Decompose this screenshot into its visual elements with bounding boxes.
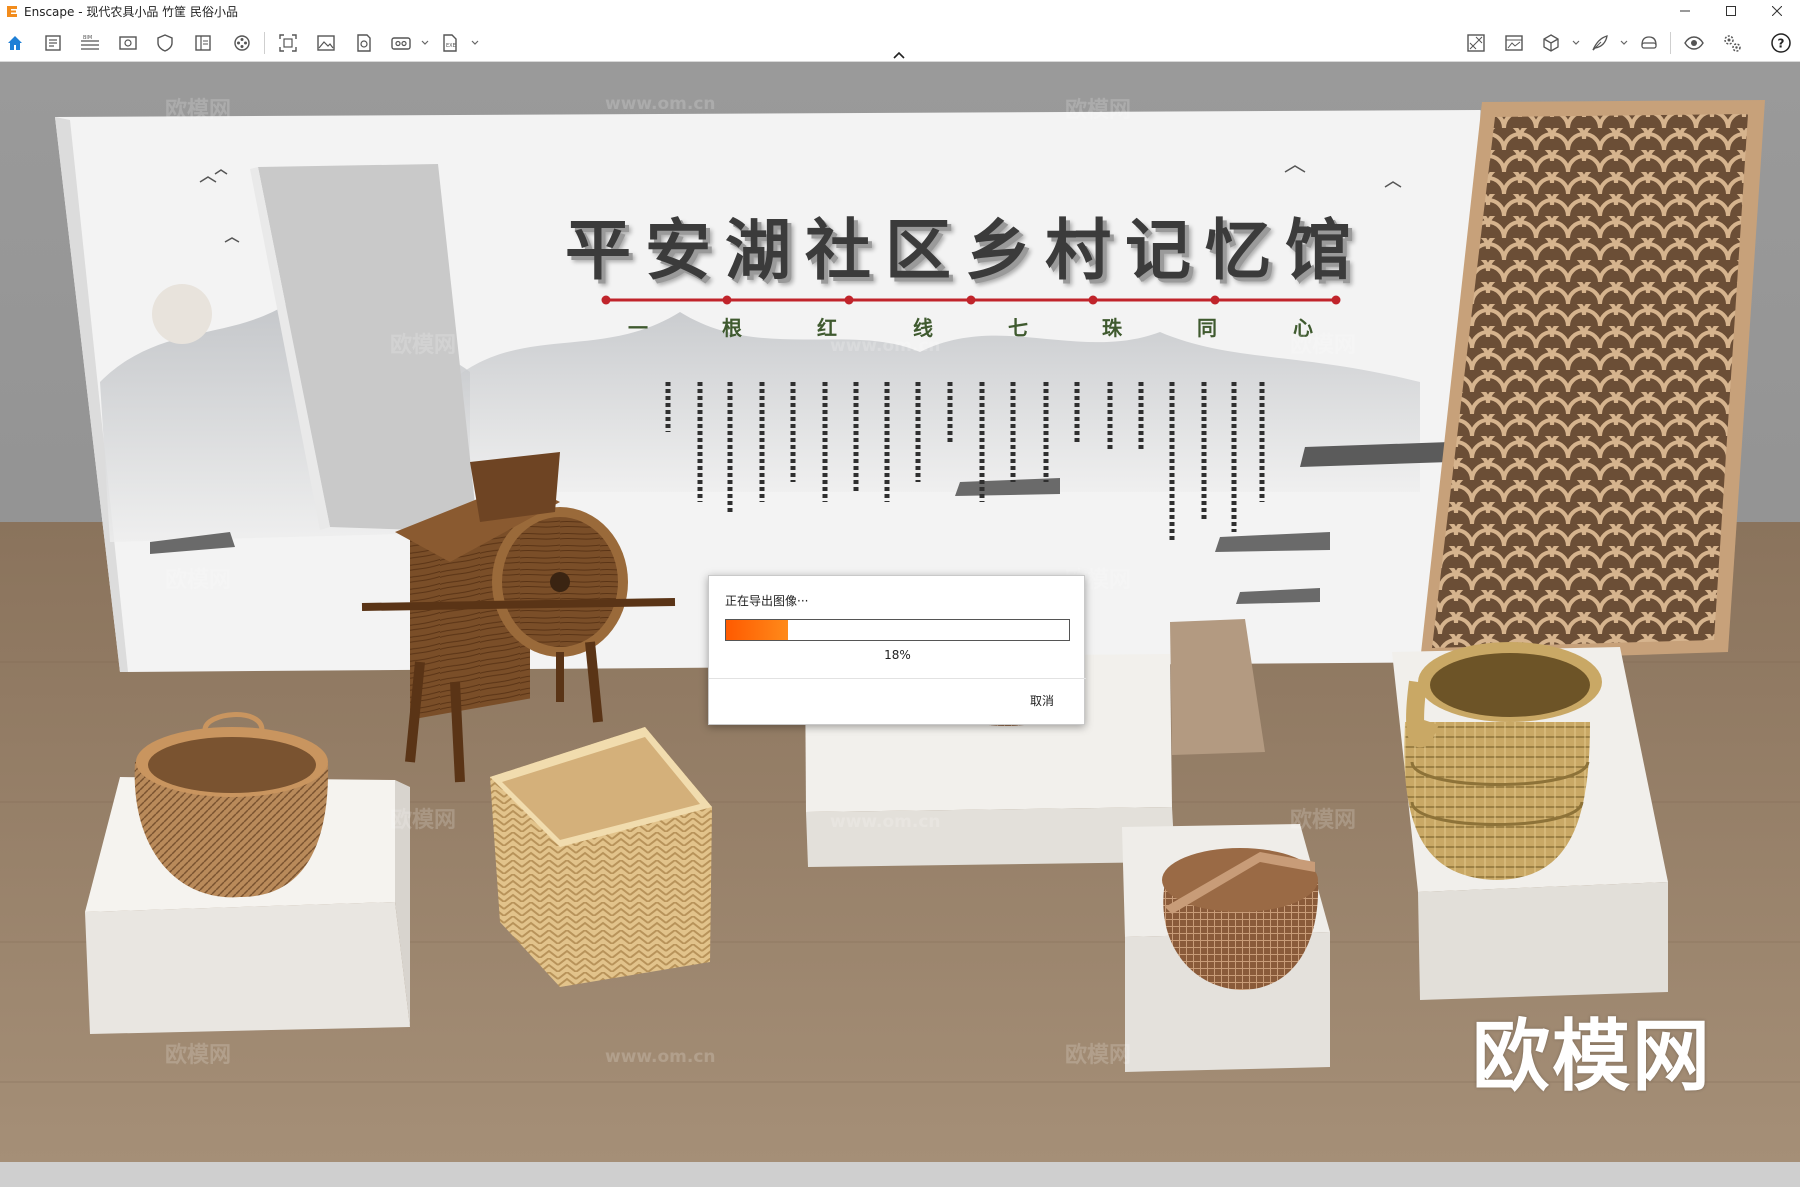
banner-subtitle-char: 七 <box>1008 316 1028 340</box>
svg-text:?: ? <box>1778 37 1785 51</box>
shield-icon <box>157 34 173 52</box>
export-dropdown-icon[interactable] <box>470 38 480 48</box>
general-settings-icon <box>1724 35 1741 52</box>
document-button[interactable] <box>40 30 66 56</box>
home-button[interactable] <box>2 30 28 56</box>
watermark: 欧模网 <box>1065 98 1132 123</box>
close-icon <box>1772 6 1782 16</box>
minimize-button[interactable] <box>1662 0 1708 22</box>
svg-text:BIM: BIM <box>83 35 92 41</box>
title-bar: Enscape - 现代农具小品 竹筐 民俗小品 <box>0 0 1800 22</box>
watermark-url: www.om.cn <box>605 1047 716 1067</box>
panorama-dropdown-icon[interactable] <box>420 38 430 48</box>
panorama-button[interactable] <box>388 30 414 56</box>
watermark-logo: 欧模网 <box>1472 1012 1713 1102</box>
window-title: Enscape - 现代农具小品 竹筐 民俗小品 <box>24 4 238 19</box>
bim-button[interactable]: BIM <box>77 30 103 56</box>
export-progress-dialog: 正在导出图像··· 18% 取消 <box>708 575 1086 725</box>
object-dropdown-icon[interactable] <box>1571 38 1581 48</box>
dialog-title: 正在导出图像··· <box>725 594 809 608</box>
general-settings-button[interactable] <box>1719 30 1745 56</box>
view-management-button[interactable] <box>152 30 178 56</box>
watermark: 欧模网 <box>1290 333 1357 358</box>
export-icon: EXE <box>443 34 457 52</box>
visual-settings-button[interactable] <box>1681 30 1707 56</box>
video-icon <box>234 35 250 51</box>
asset-library-button[interactable] <box>1463 30 1489 56</box>
bim-icon: BIM <box>81 35 99 50</box>
watermark: 欧模网 <box>390 808 457 833</box>
maximize-button[interactable] <box>1708 0 1754 22</box>
watermark: 欧模网 <box>1065 1043 1132 1068</box>
image-export-button[interactable] <box>313 30 339 56</box>
help-icon: ? <box>1771 33 1791 53</box>
book-icon <box>195 35 211 51</box>
dialog-divider <box>709 678 1086 679</box>
banner-subtitle-char: 一 <box>628 316 648 340</box>
watermark-url: www.om.cn <box>605 94 716 114</box>
banner-subtitle-char: 珠 <box>1102 316 1122 340</box>
vr-headset-button[interactable] <box>1636 30 1662 56</box>
toolbar-separator <box>264 32 265 54</box>
object-button[interactable] <box>1538 30 1564 56</box>
home-icon <box>8 36 22 50</box>
window-controls <box>1662 0 1800 22</box>
document-icon <box>45 35 61 51</box>
svg-text:EXE: EXE <box>446 43 456 49</box>
view-book-button[interactable] <box>190 30 216 56</box>
close-button[interactable] <box>1754 0 1800 22</box>
enscape-logo-icon <box>7 6 17 17</box>
banner-title: 平安湖社区乡村记忆馆 <box>565 211 1365 289</box>
screenshot-icon <box>279 34 297 52</box>
vr-icon <box>1641 36 1657 49</box>
material-editor-button[interactable] <box>1501 30 1527 56</box>
export-button[interactable]: EXE <box>437 30 463 56</box>
visual-settings-icon <box>1684 36 1704 50</box>
batch-render-icon <box>357 34 371 52</box>
preview-window-button[interactable] <box>115 30 141 56</box>
watermark: 欧模网 <box>165 98 232 123</box>
export-progress-bar <box>725 619 1070 641</box>
minimize-icon <box>1680 10 1690 12</box>
watermark: 欧模网 <box>165 1043 232 1068</box>
cube-icon <box>1543 34 1559 52</box>
panorama-icon <box>391 37 411 50</box>
progress-percent-label: 18% <box>884 648 911 662</box>
banner-subtitle-char: 根 <box>722 316 742 340</box>
watermark: 欧模网 <box>165 568 232 593</box>
cancel-button[interactable]: 取消 <box>1030 692 1054 709</box>
video-editor-button[interactable] <box>229 30 255 56</box>
material-icon <box>1505 35 1523 51</box>
toolbar-separator <box>1670 32 1671 54</box>
render-viewport[interactable]: 平安湖社区乡村记忆馆 一 根 红 线 七 珠 同 心 欧模网 www.om.cn… <box>0 62 1800 1187</box>
sketch-dropdown-icon[interactable] <box>1619 38 1629 48</box>
batch-render-button[interactable] <box>351 30 377 56</box>
watermark-url: www.om.cn <box>830 812 941 832</box>
watermark: 欧模网 <box>1290 808 1357 833</box>
banner-subtitle-char: 同 <box>1197 316 1217 340</box>
progress-bar-fill <box>726 620 788 640</box>
maximize-icon <box>1726 6 1736 16</box>
collapse-toolbar-icon[interactable] <box>890 50 908 60</box>
watermark-url: www.om.cn <box>830 336 941 356</box>
help-button[interactable]: ? <box>1768 30 1794 56</box>
preview-window-icon <box>119 36 137 50</box>
feather-icon <box>1592 35 1608 51</box>
asset-library-icon <box>1467 34 1485 52</box>
image-icon <box>317 35 335 51</box>
sketch-button[interactable] <box>1587 30 1613 56</box>
screenshot-button[interactable] <box>275 30 301 56</box>
watermark: 欧模网 <box>390 333 457 358</box>
